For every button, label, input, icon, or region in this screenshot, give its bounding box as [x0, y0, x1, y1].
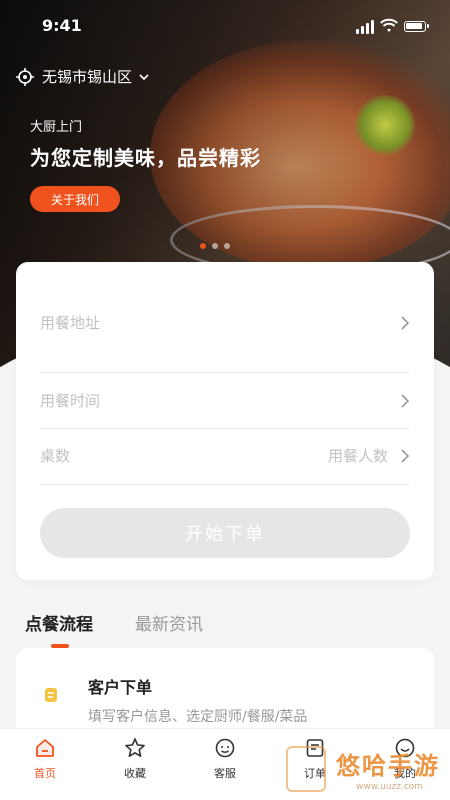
- start-order-button[interactable]: 开始下单: [40, 508, 410, 558]
- order-form-card: 用餐地址 用餐时间 桌数 用餐人数 开始下单: [16, 262, 434, 580]
- about-us-button[interactable]: 关于我们: [30, 186, 120, 212]
- tab-order-process[interactable]: 点餐流程: [25, 610, 93, 648]
- nav-label: 收藏: [124, 767, 146, 780]
- wifi-icon: [380, 18, 398, 32]
- divider: [40, 428, 410, 429]
- star-icon: [125, 738, 145, 757]
- tables-label: 桌数: [40, 447, 71, 465]
- location-city: 无锡市锡山区: [42, 68, 133, 86]
- pagination-dot[interactable]: [224, 243, 230, 249]
- nav-label: 首页: [34, 767, 56, 780]
- watermark-subtitle: www.uuzz.com: [356, 782, 424, 792]
- tab-latest-news[interactable]: 最新资讯: [135, 610, 203, 635]
- watermark-title: 悠哈手游: [336, 752, 440, 780]
- location-selector[interactable]: 无锡市锡山区: [16, 66, 150, 87]
- pagination-dot-active[interactable]: [200, 243, 206, 249]
- nav-service[interactable]: 客服: [180, 729, 270, 800]
- chevron-right-icon: [401, 448, 410, 463]
- address-field[interactable]: 用餐地址: [40, 312, 410, 333]
- banner-headline: 为您定制美味，品尝精彩: [30, 146, 261, 170]
- banner-pagination: [200, 243, 230, 249]
- time-field[interactable]: 用餐时间: [40, 390, 410, 411]
- home-icon: [36, 739, 54, 757]
- status-bar: 9:41: [0, 12, 450, 42]
- info-tabs: 点餐流程 最新资讯: [25, 610, 203, 648]
- tables-people-field[interactable]: 桌数 用餐人数: [40, 445, 410, 466]
- battery-icon: [404, 21, 429, 32]
- address-placeholder: 用餐地址: [40, 314, 101, 332]
- divider: [40, 484, 410, 485]
- divider: [40, 372, 410, 373]
- chevron-right-icon: [401, 393, 410, 408]
- status-time: 9:41: [42, 16, 82, 35]
- nav-home[interactable]: 首页: [0, 729, 90, 800]
- people-placeholder: 用餐人数: [327, 447, 388, 465]
- signal-icon: [356, 20, 376, 34]
- nav-label: 客服: [214, 767, 236, 780]
- nav-favorites[interactable]: 收藏: [90, 729, 180, 800]
- time-placeholder: 用餐时间: [40, 392, 101, 410]
- watermark: 悠哈手游 www.uuzz.com: [286, 742, 450, 800]
- watermark-logo: [286, 746, 326, 792]
- step-description: 填写客户信息、选定厨师/餐服/菜品: [88, 709, 308, 725]
- order-step-icon: [45, 688, 57, 702]
- pagination-dot[interactable]: [212, 243, 218, 249]
- step-title: 客户下单: [88, 678, 153, 697]
- chevron-right-icon: [401, 315, 410, 330]
- banner-tagline: 大厨上门: [30, 120, 83, 135]
- service-icon: [215, 738, 235, 758]
- chevron-down-icon: [139, 73, 149, 80]
- location-target-icon: [16, 67, 34, 86]
